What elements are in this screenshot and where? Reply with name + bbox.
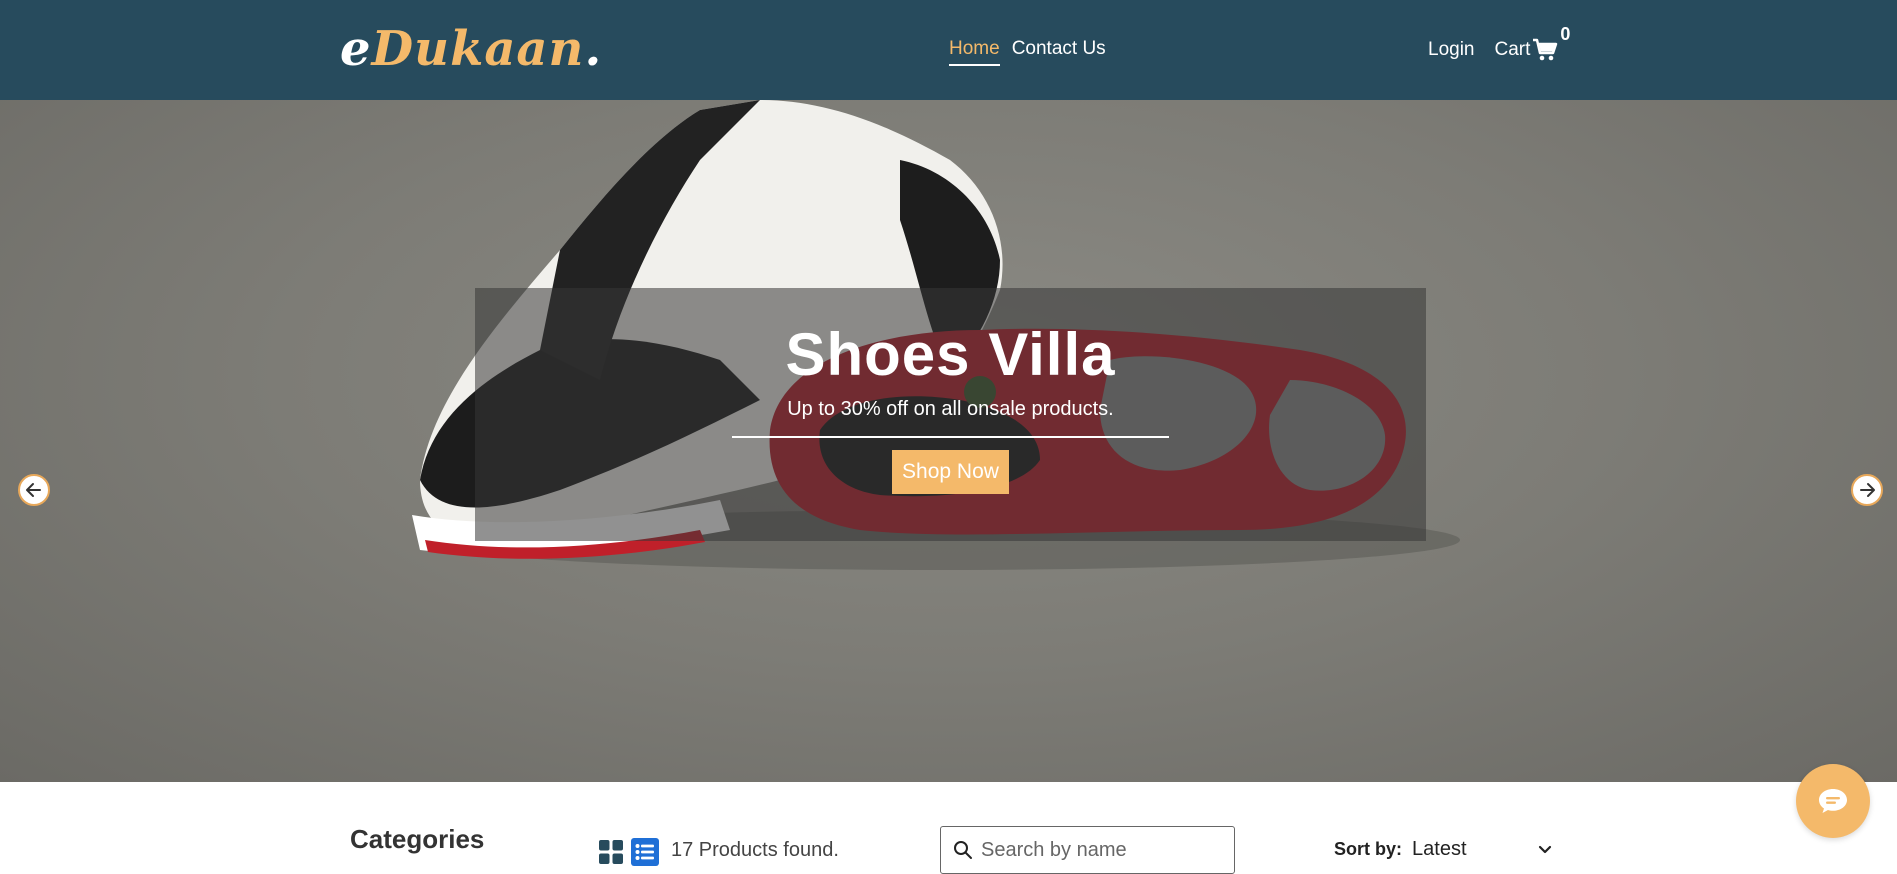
hero-subtitle: Up to 30% off on all onsale products. bbox=[787, 398, 1114, 420]
hero-divider bbox=[732, 436, 1169, 438]
site-header: eDukaan. Home Contact Us Login Cart 0 bbox=[0, 0, 1897, 100]
carousel-prev-button[interactable] bbox=[18, 474, 50, 506]
sort-value: Latest bbox=[1412, 838, 1467, 860]
hero-caption: Shoes Villa Up to 30% off on all onsale … bbox=[475, 288, 1426, 541]
grid-view-icon bbox=[599, 840, 623, 864]
arrow-right-icon bbox=[1860, 483, 1875, 497]
logo-text: Dukaan bbox=[371, 21, 585, 77]
products-found-count: 17 Products found. bbox=[671, 839, 839, 861]
logo-dot: . bbox=[584, 21, 603, 77]
account-nav: Login Cart 0 bbox=[1428, 24, 1570, 62]
sort-select[interactable]: Latest bbox=[1412, 838, 1552, 861]
list-view-icon bbox=[635, 844, 654, 860]
cart-icon bbox=[1533, 38, 1558, 61]
grid-view-button[interactable] bbox=[597, 838, 625, 866]
search-icon bbox=[954, 841, 972, 859]
cart-count-badge: 0 bbox=[1560, 24, 1571, 44]
hero-carousel: Shoes Villa Up to 30% off on all onsale … bbox=[0, 100, 1897, 782]
login-link[interactable]: Login bbox=[1428, 39, 1475, 61]
view-toggle bbox=[597, 838, 659, 866]
search-input[interactable] bbox=[981, 838, 1221, 862]
arrow-left-icon bbox=[26, 483, 41, 497]
nav-home-link[interactable]: Home bbox=[949, 38, 1000, 66]
chevron-down-icon bbox=[1538, 845, 1552, 853]
sort-control: Sort by: Latest bbox=[1334, 838, 1552, 861]
categories-heading: Categories bbox=[350, 824, 485, 854]
chat-icon bbox=[1819, 789, 1847, 813]
cart-link[interactable]: Cart 0 bbox=[1494, 24, 1570, 62]
list-view-button[interactable] bbox=[631, 838, 659, 866]
logo-letter-e: e bbox=[340, 21, 372, 77]
hero-title: Shoes Villa bbox=[785, 321, 1116, 388]
main-nav: Home Contact Us bbox=[949, 38, 1106, 66]
nav-contact-link[interactable]: Contact Us bbox=[1012, 38, 1106, 66]
sort-label: Sort by: bbox=[1334, 839, 1403, 859]
search-box bbox=[940, 826, 1235, 874]
shop-now-button[interactable]: Shop Now bbox=[892, 450, 1009, 494]
brand-logo[interactable]: eDukaan. bbox=[340, 14, 602, 84]
carousel-next-button[interactable] bbox=[1851, 474, 1883, 506]
cart-label: Cart bbox=[1494, 39, 1531, 60]
chat-button[interactable] bbox=[1796, 764, 1870, 838]
